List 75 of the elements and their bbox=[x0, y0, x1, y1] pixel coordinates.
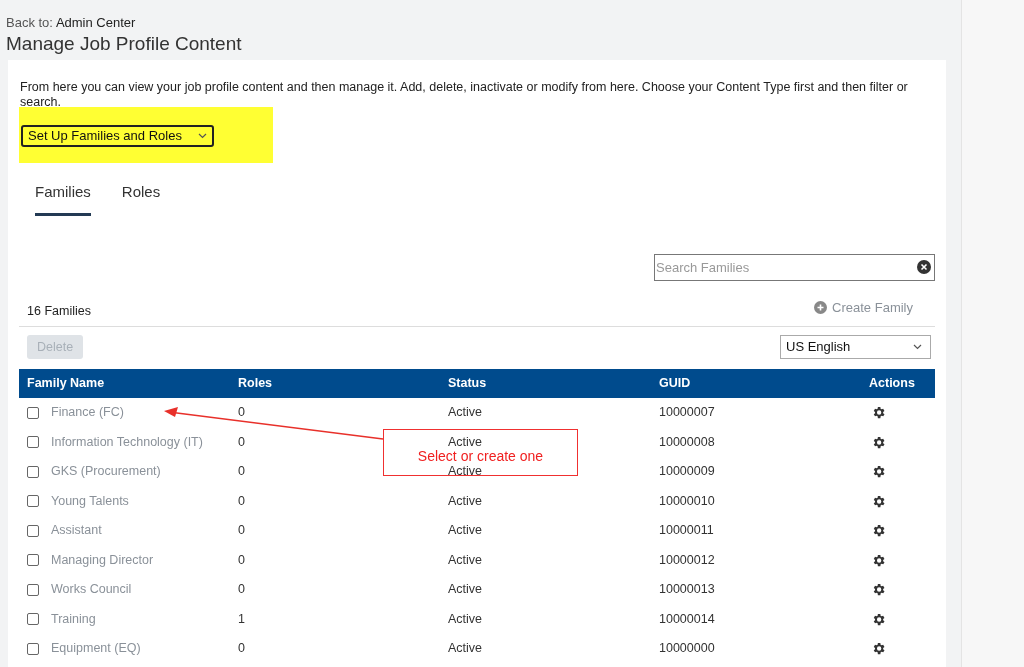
status-cell: Active bbox=[448, 523, 483, 539]
column-header: Family Name bbox=[27, 375, 106, 393]
gear-icon[interactable] bbox=[871, 464, 886, 480]
status-cell: Active bbox=[448, 552, 483, 568]
status-cell: Active bbox=[448, 464, 483, 480]
gear-icon[interactable] bbox=[871, 523, 886, 539]
tab[interactable]: Families bbox=[35, 181, 91, 216]
row-checkbox[interactable] bbox=[27, 642, 39, 655]
tab[interactable]: Roles bbox=[121, 181, 161, 216]
status-cell: Active bbox=[448, 611, 483, 627]
family-count: 16 Families bbox=[27, 303, 91, 321]
family-name-link[interactable]: Equipment (EQ) bbox=[51, 639, 141, 659]
gear-icon[interactable] bbox=[871, 641, 886, 657]
column-header: GUID bbox=[659, 375, 692, 393]
gear-icon[interactable] bbox=[871, 552, 886, 568]
plus-circle-icon bbox=[814, 300, 828, 314]
row-checkbox[interactable] bbox=[27, 554, 39, 567]
gear-icon[interactable] bbox=[871, 611, 886, 627]
guid-cell: 10000013 bbox=[659, 582, 715, 598]
page-title: Manage Job Profile Content bbox=[6, 32, 243, 56]
status-cell: Active bbox=[448, 405, 483, 421]
roles-cell: 1 bbox=[238, 611, 245, 627]
status-cell: Active bbox=[448, 493, 483, 509]
guid-cell: 10000007 bbox=[659, 405, 715, 421]
family-name-link[interactable]: GKS (Procurement) bbox=[51, 462, 161, 482]
family-name-link[interactable]: Assistant bbox=[51, 521, 102, 541]
guid-cell: 10000000 bbox=[659, 641, 715, 657]
row-checkbox[interactable] bbox=[27, 583, 39, 596]
family-name-link[interactable]: Works Council bbox=[51, 580, 132, 600]
guid-cell: 10000011 bbox=[659, 523, 714, 539]
row-checkbox[interactable] bbox=[27, 406, 39, 419]
family-name-link[interactable]: Information Technology (IT) bbox=[51, 432, 203, 452]
roles-cell: 0 bbox=[238, 641, 245, 657]
gear-icon[interactable] bbox=[871, 493, 886, 509]
row-checkbox[interactable] bbox=[27, 613, 39, 626]
row-checkbox[interactable] bbox=[27, 495, 39, 508]
create-family-button[interactable]: Create Family bbox=[814, 297, 913, 317]
guid-cell: 10000014 bbox=[659, 611, 715, 627]
row-checkbox[interactable] bbox=[27, 465, 39, 478]
chevron-down-icon bbox=[198, 133, 207, 139]
content-type-dropdown[interactable]: Set Up Families and Roles bbox=[21, 125, 214, 147]
status-cell: Active bbox=[448, 641, 483, 657]
guid-cell: 10000008 bbox=[659, 434, 715, 450]
guid-cell: 10000012 bbox=[659, 552, 715, 568]
gear-icon[interactable] bbox=[871, 434, 886, 450]
guid-cell: 10000009 bbox=[659, 464, 715, 480]
back-label: Back to: bbox=[6, 15, 53, 30]
roles-cell: 0 bbox=[238, 405, 245, 421]
row-checkbox[interactable] bbox=[27, 436, 39, 449]
chevron-down-icon bbox=[913, 344, 922, 350]
family-name-link[interactable]: Training bbox=[51, 609, 96, 629]
guid-cell: 10000010 bbox=[659, 493, 715, 509]
family-name-link[interactable]: Young Talents bbox=[51, 491, 129, 511]
roles-cell: 0 bbox=[238, 493, 245, 509]
roles-cell: 0 bbox=[238, 464, 245, 480]
roles-cell: 0 bbox=[238, 582, 245, 598]
annotation-text: Select or create one bbox=[416, 449, 545, 464]
search-field[interactable]: Search Families bbox=[654, 253, 935, 281]
row-checkbox[interactable] bbox=[27, 524, 39, 537]
gear-icon[interactable] bbox=[871, 405, 886, 421]
family-name-link[interactable]: Finance (FC) bbox=[51, 403, 124, 423]
column-header: Status bbox=[448, 375, 488, 393]
language-dropdown[interactable]: US English bbox=[780, 335, 931, 359]
clear-icon[interactable] bbox=[917, 259, 931, 274]
roles-cell: 0 bbox=[238, 523, 245, 539]
admin-center-link[interactable]: Admin Center bbox=[55, 15, 136, 30]
column-header: Actions bbox=[869, 375, 916, 393]
status-cell: Active bbox=[448, 434, 483, 450]
gear-icon[interactable] bbox=[871, 582, 886, 598]
roles-cell: 0 bbox=[238, 434, 245, 450]
roles-cell: 0 bbox=[238, 552, 245, 568]
column-header: Roles bbox=[238, 375, 274, 393]
family-name-link[interactable]: Managing Director bbox=[51, 550, 154, 570]
intro-text: From here you can view your job profile content and then manage it. Add, delete, inactivate or modify from here. Choose your Content Type first and then filter or search. bbox=[19, 80, 909, 110]
status-cell: Active bbox=[448, 582, 483, 598]
